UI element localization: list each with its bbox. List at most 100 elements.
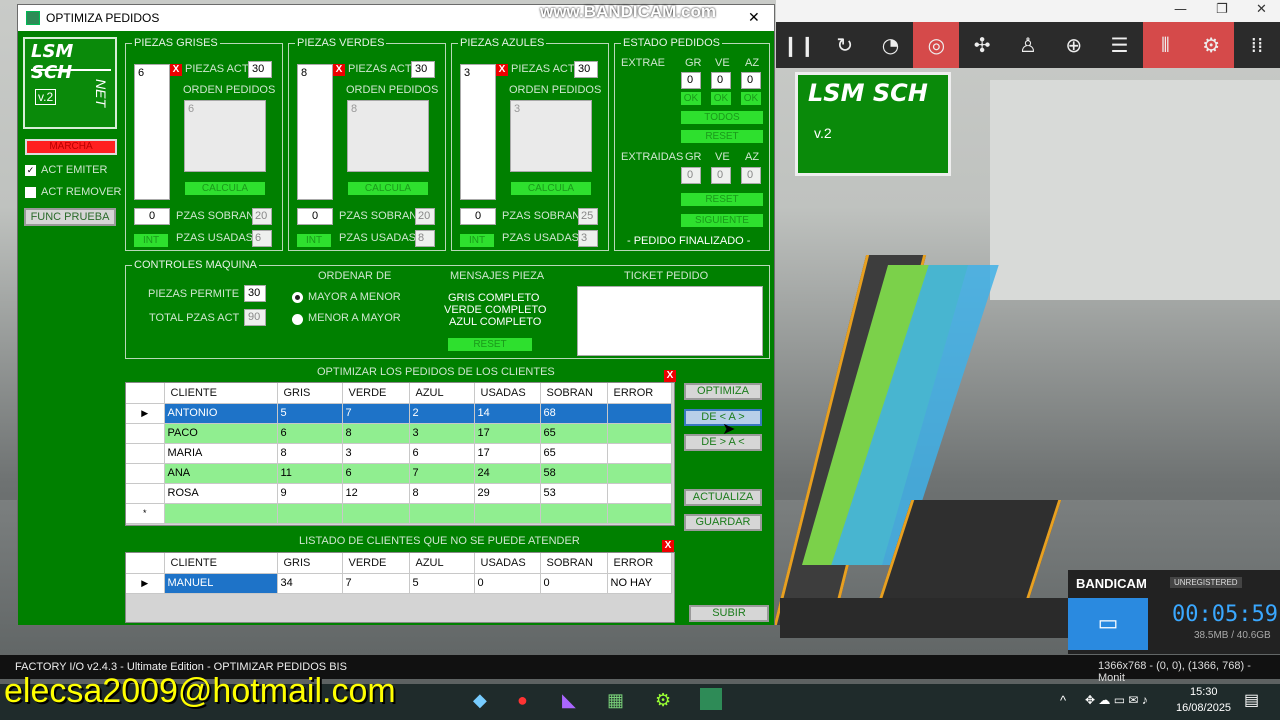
reset-extrae-button[interactable]: RESET [681,130,763,143]
cell[interactable]: 34 [277,573,343,594]
azules-piezas-act[interactable]: 30 [574,61,598,78]
cell[interactable]: ANTONIO [164,403,278,424]
clock-time[interactable]: 15:30 [1190,686,1218,698]
optimizar-grid[interactable]: CLIENTE GRIS VERDE AZUL USADAS SOBRAN ER… [125,382,675,526]
cell[interactable]: ANA [164,463,278,484]
grises-sobran-input[interactable]: 0 [134,208,170,225]
cell[interactable]: 5 [409,573,475,594]
sensor-icon[interactable]: ⦀ [1142,22,1189,68]
cell[interactable]: 7 [342,403,410,424]
reset-icon[interactable]: ↻ [822,22,868,68]
cell[interactable]: 7 [342,573,410,594]
table-row[interactable]: ROSA 9 12 8 29 53 [126,483,672,504]
cell[interactable]: 8 [277,443,343,464]
target-icon[interactable]: ⊕ [1051,22,1097,68]
func-prueba-button[interactable]: FUNC PRUEBA [24,208,116,226]
grises-int-button[interactable]: INT [134,234,168,247]
col-azul[interactable]: AZUL [409,553,475,574]
notifications-icon[interactable]: ▤ [1244,690,1259,710]
optimizar-clear-button[interactable]: X [664,370,676,382]
extrae-ve[interactable]: 0 [711,72,731,89]
cell[interactable] [607,443,672,464]
tray-icons[interactable]: ✥ ☁ ▭ ✉ ♪ [1085,693,1148,707]
table-row[interactable]: PACO 6 8 3 17 65 [126,423,672,444]
col-usadas[interactable]: USADAS [474,383,541,404]
cell[interactable]: 53 [540,483,608,504]
azules-calcula-button[interactable]: CALCULA [511,182,591,195]
subir-button[interactable]: SUBIR [689,605,769,622]
no-atender-table[interactable]: CLIENTE GRIS VERDE AZUL USADAS SOBRAN ER… [126,553,672,594]
actualiza-button[interactable]: ACTUALIZA [684,489,762,506]
table-row[interactable]: MARIA 8 3 6 17 65 [126,443,672,464]
no-atender-grid[interactable]: CLIENTE GRIS VERDE AZUL USADAS SOBRAN ER… [125,552,675,623]
tray-chevron-icon[interactable]: ^ [1060,693,1066,708]
cell[interactable]: MARIA [164,443,278,464]
cell[interactable]: 11 [277,463,343,484]
cell[interactable]: 9 [277,483,343,504]
fly-camera-icon[interactable]: ✣ [959,22,1005,68]
col-verde[interactable]: VERDE [342,383,410,404]
cell[interactable]: 65 [540,443,608,464]
cell[interactable]: 3 [409,423,475,444]
camera-orbit-icon[interactable]: ◎ [913,22,960,68]
taskbar-app-icon[interactable]: ◆ [473,690,487,711]
menor-radio[interactable] [292,314,303,325]
extrae-gr[interactable]: 0 [681,72,701,89]
cell[interactable]: 17 [474,423,541,444]
col-usadas[interactable]: USADAS [474,553,541,574]
restore-icon[interactable]: ❐ [1216,2,1228,17]
azules-clear-button[interactable]: X [496,64,508,76]
first-person-icon[interactable]: ♙ [1005,22,1051,68]
col-gris[interactable]: GRIS [277,553,343,574]
todos-button[interactable]: TODOS [681,111,763,124]
record-icon[interactable]: ● [517,690,528,711]
timer-icon[interactable]: ◔ [868,22,914,68]
col-error[interactable]: ERROR [607,553,672,574]
cell[interactable]: ROSA [164,483,278,504]
col-sobran[interactable]: SOBRAN [540,553,608,574]
minimize-icon[interactable]: — [1174,2,1187,17]
grises-piezas-act[interactable]: 30 [248,61,272,78]
cell[interactable]: 68 [540,403,608,424]
cell[interactable]: 0 [474,573,541,594]
no-atender-clear-button[interactable]: X [662,540,674,552]
azules-list[interactable]: 3 [460,64,496,200]
grid-icon[interactable]: ⁞⁞ [1234,22,1280,68]
cell[interactable]: 12 [342,483,410,504]
grises-calcula-button[interactable]: CALCULA [185,182,265,195]
azules-sobran-input[interactable]: 0 [460,208,496,225]
verdes-clear-button[interactable]: X [333,64,345,76]
new-row[interactable]: * [126,503,672,524]
cell[interactable]: 5 [277,403,343,424]
col-cliente[interactable]: CLIENTE [164,553,278,574]
verdes-int-button[interactable]: INT [297,234,331,247]
optimizar-table[interactable]: CLIENTE GRIS VERDE AZUL USADAS SOBRAN ER… [126,383,672,524]
azules-orden-pedidos[interactable]: 3 [510,100,592,172]
reset-mensajes-button[interactable]: RESET [448,338,532,351]
cell[interactable]: PACO [164,423,278,444]
close-icon[interactable]: ✕ [1256,2,1267,17]
cell[interactable]: 3 [342,443,410,464]
cell[interactable]: 58 [540,463,608,484]
cell[interactable] [607,483,672,504]
grises-list[interactable]: 6 [134,64,170,200]
piezas-permite-input[interactable]: 30 [244,285,266,302]
col-verde[interactable]: VERDE [342,553,410,574]
cell[interactable]: NO HAY [607,573,672,594]
drivers-icon[interactable]: ⚙ [1188,22,1235,68]
mayor-radio[interactable] [292,292,303,303]
verdes-calcula-button[interactable]: CALCULA [348,182,428,195]
azules-int-button[interactable]: INT [460,234,494,247]
verdes-orden-pedidos[interactable]: 8 [347,100,429,172]
extrae-az[interactable]: 0 [741,72,761,89]
verdes-piezas-act[interactable]: 30 [411,61,435,78]
act-remover-checkbox[interactable] [25,187,36,198]
table-row[interactable]: ▶ ANTONIO 5 7 2 14 68 [126,403,672,424]
cell[interactable]: 14 [474,403,541,424]
col-cliente[interactable]: CLIENTE [164,383,278,404]
ticket-pedido-box[interactable] [577,286,763,356]
table-row[interactable]: ANA 11 6 7 24 58 [126,463,672,484]
list-icon[interactable]: ☰ [1097,22,1143,68]
cell[interactable]: 7 [409,463,475,484]
settings-icon[interactable]: ⚙ [655,690,671,711]
